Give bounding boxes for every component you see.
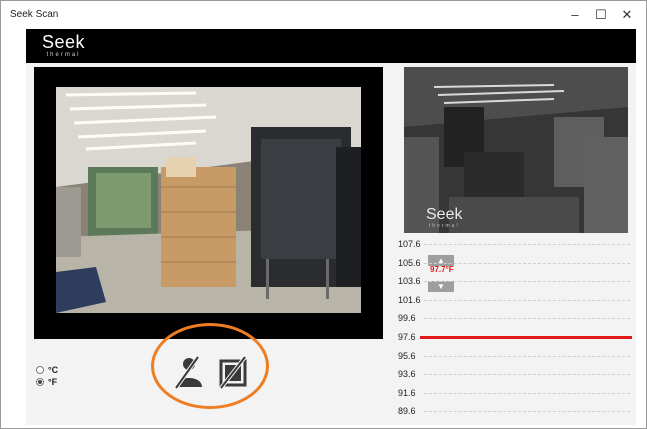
thermal-camera-view: Seek thermal — [404, 67, 628, 233]
title-bar: Seek Scan – ☐ ✕ — [1, 1, 646, 29]
scale-gridline — [424, 299, 630, 301]
visible-camera-view — [34, 67, 383, 339]
seek-thermal-logo: Seek thermal — [42, 33, 85, 58]
threshold-down-button[interactable]: ▼ — [428, 281, 454, 292]
scale-tick-label: 103.6 — [398, 276, 421, 287]
scale-tick-label: 101.6 — [398, 294, 421, 305]
thermal-watermark-text: Seek — [426, 206, 463, 223]
brand-bar: Seek thermal — [26, 29, 636, 63]
scale-gridline — [424, 244, 630, 245]
scale-tick-label: 97.6 — [398, 332, 416, 342]
unit-selector: °C °F — [36, 364, 58, 388]
scale-tick-label: 91.6 — [398, 387, 416, 398]
scale-gridline — [424, 392, 630, 394]
scale-tick-label: 95.6 — [398, 350, 416, 361]
visible-camera-image — [56, 87, 361, 313]
window-title: Seek Scan — [10, 9, 59, 20]
scale-gridline — [424, 355, 630, 357]
scale-gridline — [424, 411, 630, 413]
celsius-label: °C — [48, 365, 59, 375]
scale-gridline — [424, 374, 630, 376]
thermal-watermark: Seek thermal — [426, 206, 463, 230]
close-button[interactable]: ✕ — [613, 5, 641, 25]
scale-tick-label: 89.6 — [398, 406, 416, 417]
unit-option-celsius[interactable]: °C — [36, 364, 58, 376]
fahrenheit-label: °F — [48, 377, 58, 387]
maximize-button[interactable]: ☐ — [587, 5, 615, 25]
scale-tick-label: 107.6 — [398, 239, 421, 249]
app-content: Seek thermal Seek thermal ▲ 97.7°F ▼ 107… — [26, 29, 636, 425]
thermal-watermark-subtext: thermal — [428, 223, 460, 229]
highlight-circle — [151, 323, 269, 409]
celsius-radio[interactable] — [36, 366, 44, 374]
threshold-line[interactable] — [420, 336, 632, 339]
minimize-button[interactable]: – — [561, 5, 589, 25]
scale-gridline — [424, 281, 630, 283]
scale-gridline — [424, 262, 630, 264]
scale-gridline — [424, 318, 630, 320]
scale-tick-label: 99.6 — [398, 313, 416, 324]
scale-tick-label: 93.6 — [398, 369, 416, 380]
temperature-scale: ▲ 97.7°F ▼ 107.6 105.6 103.6 101.6 99.6 97.6 9… — [398, 239, 632, 421]
logo-text: Seek — [42, 32, 86, 52]
fahrenheit-radio[interactable] — [36, 378, 44, 386]
warehouse-photo — [56, 87, 361, 313]
app-window: Seek Scan – ☐ ✕ Seek thermal Seek therma… — [0, 0, 647, 429]
logo-subtext: thermal — [46, 52, 81, 58]
unit-option-fahrenheit[interactable]: °F — [36, 376, 58, 388]
alarm-temperature: 97.7°F — [430, 265, 454, 274]
scale-tick-label: 105.6 — [398, 257, 421, 268]
